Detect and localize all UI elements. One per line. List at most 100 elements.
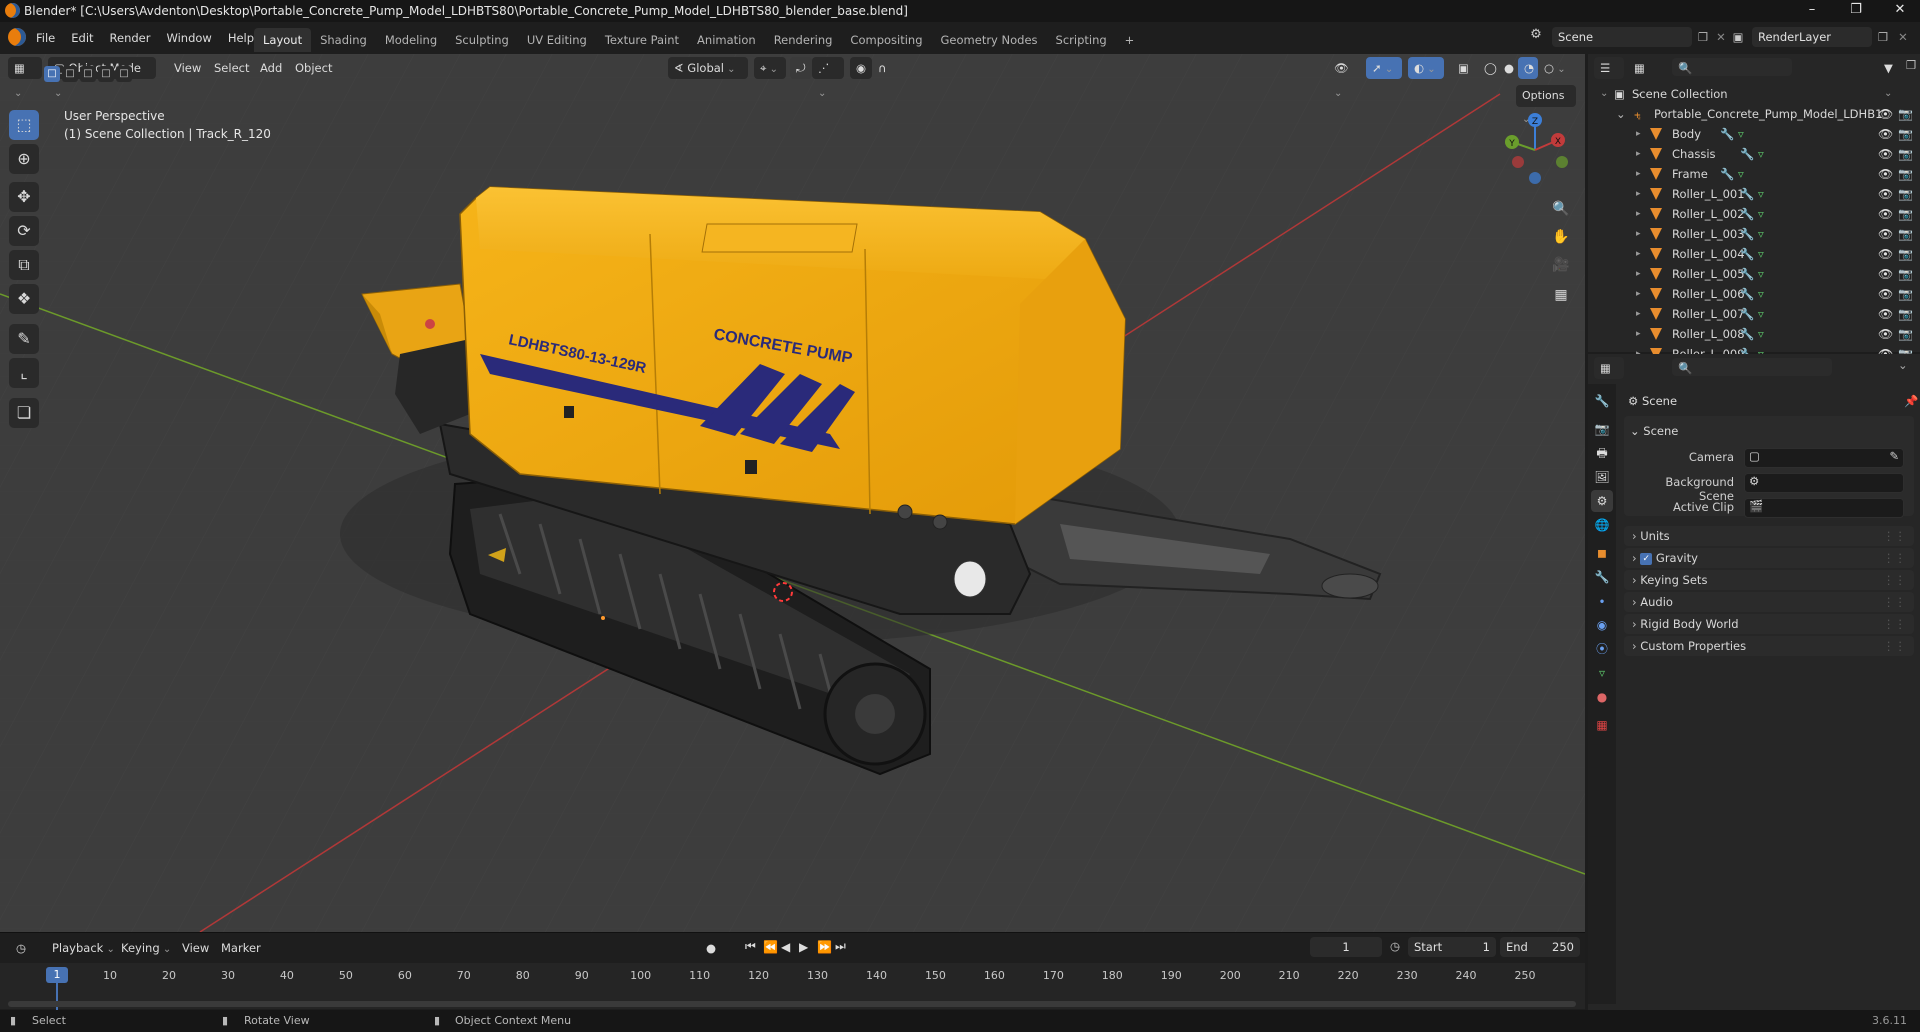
new-collection-icon[interactable]: ❐ bbox=[1906, 58, 1920, 72]
eye-icon[interactable]: 👁 bbox=[1878, 107, 1893, 121]
zoom-view-icon[interactable]: 🔍 bbox=[1548, 196, 1574, 222]
chevron-down-icon[interactable]: ⌄ bbox=[1616, 104, 1626, 124]
render-tab-icon[interactable]: 📷 bbox=[1591, 418, 1613, 440]
timeline-editor-icon[interactable]: ◷ bbox=[10, 937, 40, 959]
modifier-icon[interactable]: 🔧 bbox=[1740, 184, 1754, 204]
tab-geometry-nodes[interactable]: Geometry Nodes bbox=[932, 28, 1047, 52]
chevron-right-icon[interactable]: ▸ bbox=[1636, 224, 1641, 244]
view-layer-selector[interactable]: RenderLayer bbox=[1752, 27, 1872, 47]
particles-tab-icon[interactable]: ∙ bbox=[1591, 590, 1613, 612]
material-tab-icon[interactable]: ● bbox=[1591, 686, 1613, 708]
tool-tab-icon[interactable]: 🔧 bbox=[1591, 390, 1613, 412]
panel-keying-sets[interactable]: › Keying Sets ⋮⋮ bbox=[1624, 570, 1914, 590]
end-frame-field[interactable]: End 250 bbox=[1500, 937, 1580, 957]
drag-handle-icon[interactable]: ⋮⋮ bbox=[1883, 592, 1906, 612]
navigation-gizmo[interactable]: Z Y X bbox=[1490, 110, 1580, 190]
tab-rendering[interactable]: Rendering bbox=[765, 28, 842, 52]
eye-icon[interactable]: 👁 bbox=[1878, 227, 1893, 241]
scene-tab-icon[interactable]: ⚙ bbox=[1591, 490, 1613, 512]
mesh-data-icon[interactable]: ▿ bbox=[1758, 204, 1764, 224]
modifier-icon[interactable]: 🔧 bbox=[1740, 284, 1754, 304]
timeline-menu-keying[interactable]: Keying bbox=[115, 937, 177, 959]
chevron-right-icon[interactable]: ▸ bbox=[1636, 304, 1641, 324]
menu-window[interactable]: Window bbox=[158, 27, 219, 49]
menu-add[interactable]: Add bbox=[254, 57, 288, 79]
add-cube-tool-icon[interactable]: ❏ bbox=[9, 398, 39, 428]
render-camera-icon[interactable]: 📷 bbox=[1898, 107, 1913, 121]
maximize-button[interactable]: ❐ bbox=[1836, 2, 1876, 20]
mesh-data-icon[interactable]: ▿ bbox=[1738, 124, 1744, 144]
panel-audio[interactable]: › Audio ⋮⋮ bbox=[1624, 592, 1914, 612]
panel-rigid-body-world[interactable]: › Rigid Body World ⋮⋮ bbox=[1624, 614, 1914, 634]
drag-handle-icon[interactable]: ⋮⋮ bbox=[1883, 614, 1906, 634]
camera-view-icon[interactable]: 🎥 bbox=[1548, 252, 1574, 278]
properties-search-input[interactable]: 🔍 bbox=[1672, 358, 1832, 376]
eye-icon[interactable]: 👁 bbox=[1878, 167, 1893, 181]
rotate-tool-icon[interactable]: ⟳ bbox=[9, 216, 39, 246]
modifier-icon[interactable]: 🔧 bbox=[1740, 304, 1754, 324]
chevron-right-icon[interactable]: ▸ bbox=[1636, 264, 1641, 284]
eyedropper-icon[interactable]: ✎ bbox=[1889, 449, 1899, 463]
menu-object[interactable]: Object bbox=[289, 57, 338, 79]
background-scene-field[interactable]: ⚙ bbox=[1744, 473, 1904, 493]
render-camera-icon[interactable]: 📷 bbox=[1898, 167, 1913, 181]
modifier-icon[interactable]: 🔧 bbox=[1720, 124, 1734, 144]
snap-target-icon[interactable]: ⋰ bbox=[812, 57, 844, 79]
modifier-icon[interactable]: 🔧 bbox=[1740, 224, 1754, 244]
menu-file[interactable]: File bbox=[28, 27, 63, 49]
measure-tool-icon[interactable]: ⌞ bbox=[9, 358, 39, 388]
tab-scripting[interactable]: Scripting bbox=[1047, 28, 1116, 52]
select-new-icon[interactable]: □ bbox=[44, 66, 60, 82]
render-camera-icon[interactable]: 📷 bbox=[1898, 307, 1913, 321]
ortho-toggle-icon[interactable]: ▦ bbox=[1548, 282, 1574, 308]
falloff-icon[interactable]: ∩ bbox=[872, 57, 896, 79]
modifier-icon[interactable]: 🔧 bbox=[1740, 324, 1754, 344]
modifier-icon[interactable]: 🔧 bbox=[1720, 164, 1734, 184]
mesh-data-icon[interactable]: ▿ bbox=[1758, 264, 1764, 284]
tab-layout[interactable]: Layout bbox=[254, 28, 312, 52]
outliner-search-input[interactable]: 🔍 bbox=[1672, 58, 1792, 76]
move-tool-icon[interactable]: ✥ bbox=[9, 182, 39, 212]
scene-selector[interactable]: Scene bbox=[1552, 27, 1692, 47]
modifier-icon[interactable]: 🔧 bbox=[1740, 244, 1754, 264]
outliner-object-row[interactable]: ▸ Frame 🔧 ▿ 👁 📷 bbox=[1588, 164, 1920, 184]
timeline-menu-view[interactable]: View bbox=[176, 937, 215, 959]
render-camera-icon[interactable]: 📷 bbox=[1898, 207, 1913, 221]
add-workspace-button[interactable]: + bbox=[1116, 28, 1144, 52]
chevron-right-icon[interactable]: ▸ bbox=[1636, 204, 1641, 224]
solid-shading-icon[interactable]: ● bbox=[1498, 57, 1518, 79]
select-box-tool-icon[interactable]: ⬚ bbox=[9, 110, 39, 140]
properties-options-icon[interactable]: ⌄ bbox=[1898, 358, 1908, 372]
tab-sculpting[interactable]: Sculpting bbox=[446, 28, 518, 52]
select-extend-icon[interactable]: □ bbox=[62, 66, 78, 82]
render-camera-icon[interactable]: 📷 bbox=[1898, 287, 1913, 301]
overlay-toggle-icon[interactable]: ◐ bbox=[1408, 57, 1444, 79]
filter-icon[interactable]: ▼ bbox=[1878, 57, 1908, 79]
view-layer-icon[interactable]: ▣ bbox=[1728, 27, 1748, 47]
mesh-data-icon[interactable]: ▿ bbox=[1758, 224, 1764, 244]
modifier-icon[interactable]: 🔧 bbox=[1740, 204, 1754, 224]
modifier-icon[interactable]: 🔧 bbox=[1740, 264, 1754, 284]
tab-animation[interactable]: Animation bbox=[688, 28, 765, 52]
tab-uv-editing[interactable]: UV Editing bbox=[518, 28, 596, 52]
xray-toggle-icon[interactable]: ▣ bbox=[1452, 57, 1474, 79]
chevron-right-icon[interactable]: ▸ bbox=[1636, 324, 1641, 344]
view-layer-tab-icon[interactable]: 🖼 bbox=[1591, 466, 1613, 488]
chevron-right-icon[interactable]: ▸ bbox=[1636, 244, 1641, 264]
render-camera-icon[interactable]: 📷 bbox=[1898, 247, 1913, 261]
chevron-right-icon[interactable]: ▸ bbox=[1636, 124, 1641, 144]
pan-view-icon[interactable]: ✋ bbox=[1548, 224, 1574, 250]
texture-tab-icon[interactable]: ▦ bbox=[1591, 714, 1613, 736]
object-tab-icon[interactable]: ◼ bbox=[1591, 542, 1613, 564]
select-invert-icon[interactable]: □ bbox=[98, 66, 114, 82]
chevron-right-icon[interactable]: ▸ bbox=[1636, 184, 1641, 204]
output-tab-icon[interactable]: 🖶 bbox=[1591, 442, 1613, 464]
drag-handle-icon[interactable]: ⋮⋮ bbox=[1883, 570, 1906, 590]
playhead[interactable]: 1 bbox=[46, 967, 68, 983]
outliner-collection-row[interactable]: ⌄ ⨧ Portable_Concrete_Pump_Model_LDHB1 👁 📷 bbox=[1588, 104, 1920, 124]
mesh-data-icon[interactable]: ▿ bbox=[1738, 164, 1744, 184]
use-preview-range-icon[interactable]: ◷ bbox=[1390, 939, 1400, 953]
active-clip-field[interactable]: 🎬 bbox=[1744, 498, 1904, 518]
play-reverse-icon[interactable]: ◀ bbox=[781, 940, 799, 954]
eye-icon[interactable]: 👁 bbox=[1878, 127, 1893, 141]
